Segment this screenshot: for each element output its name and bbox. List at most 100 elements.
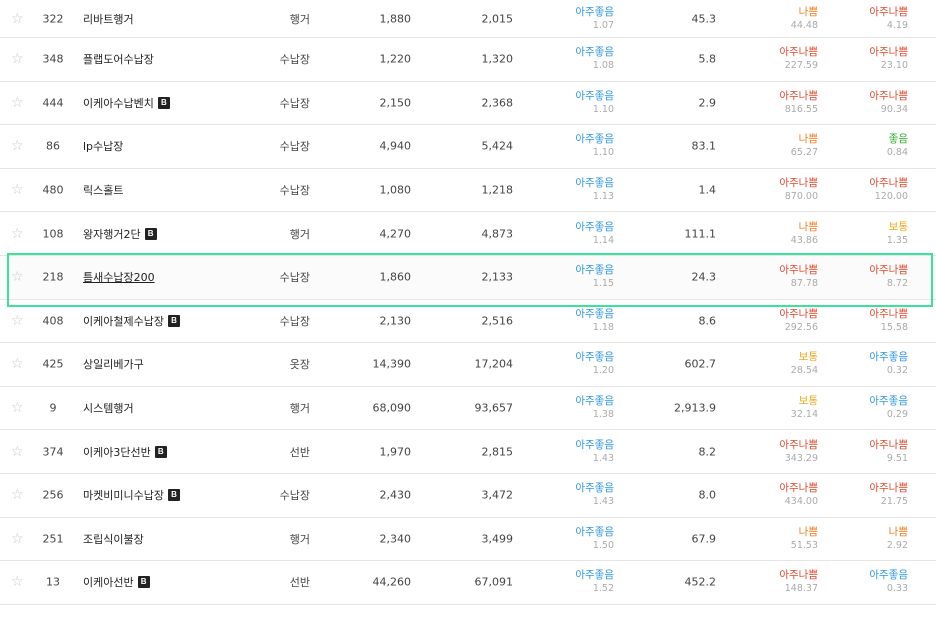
grade-label: 아주나쁨 — [869, 89, 908, 102]
value-cell: 602.7 — [684, 357, 717, 371]
grade-score: 1.10 — [592, 103, 614, 115]
star-outline-icon[interactable]: ☆ — [11, 183, 24, 197]
keyword-name[interactable]: 상일리베가구 — [83, 356, 144, 372]
grade-label: 아주나쁨 — [779, 482, 818, 495]
search-volume-cell: 1,080 — [379, 183, 412, 197]
grade-label: 아주좋음 — [575, 220, 614, 233]
star-outline-icon[interactable]: ☆ — [11, 227, 24, 241]
star-outline-icon[interactable]: ☆ — [11, 12, 24, 26]
star-outline-icon[interactable]: ☆ — [11, 445, 24, 459]
keyword-name[interactable]: 왕자행거2단 B — [83, 226, 157, 242]
ratio-grade: 아주나쁨 816.55 — [740, 90, 818, 116]
competition-grade: 아주좋음 1.52 — [540, 569, 614, 595]
search-volume-cell: 1,880 — [379, 12, 412, 25]
keyword-name[interactable]: 이케아3단선반 B — [83, 444, 167, 460]
grade-label: 아주나쁨 — [869, 5, 908, 18]
star-outline-icon[interactable]: ☆ — [11, 139, 24, 153]
grade-label: 보통 — [888, 220, 908, 233]
table-row: ☆ 9 시스템행거 행거 68,090 93,657 아주좋음 1.38 2,9… — [0, 387, 936, 431]
grade-score: 21.75 — [880, 496, 908, 508]
category-cell: 수납장 — [279, 271, 310, 285]
category-cell: 수납장 — [279, 314, 310, 328]
grade-score: 1.43 — [592, 496, 614, 508]
competition-grade: 아주좋음 1.43 — [540, 482, 614, 508]
ad-grade: 나쁨 2.92 — [830, 526, 908, 552]
keyword-name-text: lp수납장 — [83, 140, 124, 154]
ad-grade: 아주나쁨 120.00 — [830, 177, 908, 203]
category-cell: 옷장 — [289, 358, 310, 372]
grade-label: 아주좋음 — [575, 5, 614, 18]
keyword-name[interactable]: 리바트행거 — [83, 11, 134, 27]
keyword-name[interactable]: 릭스홀트 — [83, 182, 123, 198]
star-outline-icon[interactable]: ☆ — [11, 270, 24, 284]
search-volume-cell: 4,940 — [379, 139, 412, 153]
star-outline-icon[interactable]: ☆ — [11, 532, 24, 546]
keyword-name[interactable]: lp수납장 — [83, 138, 123, 154]
keyword-name[interactable]: 조립식이불장 — [83, 531, 144, 547]
keyword-name-text: 리바트행거 — [83, 12, 134, 26]
ad-grade: 아주좋음 0.33 — [830, 569, 908, 595]
grade-label: 아주나쁨 — [779, 307, 818, 320]
keyword-name[interactable]: 틈새수납장200 — [83, 269, 155, 285]
grade-label: 나쁨 — [798, 220, 818, 233]
grade-score: 1.35 — [886, 234, 908, 246]
star-outline-icon[interactable]: ☆ — [11, 575, 24, 589]
grade-score: 4.19 — [886, 19, 908, 31]
keyword-name-text: 이케아선반 — [83, 576, 134, 590]
table-row: ☆ 256 마켓비미니수납장 B 수납장 2,430 3,472 아주좋음 1.… — [0, 474, 936, 518]
grade-score: 8.72 — [886, 278, 908, 290]
grade-label: 나쁨 — [798, 133, 818, 146]
keyword-name[interactable]: 마켓비미니수납장 B — [83, 487, 180, 503]
keyword-name[interactable]: 이케아수납벤치 B — [83, 95, 170, 111]
keyword-name[interactable]: 이케아철제수납장 B — [83, 313, 180, 329]
keyword-name-text: 틈새수납장200 — [83, 271, 155, 285]
table-row: ☆ 322 리바트행거 행거 1,880 2,015 아주좋음 1.07 45.… — [0, 0, 936, 38]
competition-grade: 아주좋음 1.50 — [540, 526, 614, 552]
value-cell: 24.3 — [691, 270, 717, 284]
star-outline-icon[interactable]: ☆ — [11, 314, 24, 328]
keyword-name-text: 시스템행거 — [83, 402, 134, 416]
b-badge-icon: B — [144, 227, 157, 240]
grade-score: 0.29 — [886, 409, 908, 421]
keyword-name[interactable]: 플랩도어수납장 — [83, 51, 154, 67]
ratio-grade: 나쁨 65.27 — [740, 133, 818, 159]
category-cell: 수납장 — [279, 489, 310, 503]
value-cell: 45.3 — [691, 12, 717, 25]
b-badge-icon: B — [154, 445, 167, 458]
grade-score: 1.10 — [592, 147, 614, 159]
total-volume-cell: 3,499 — [481, 532, 514, 546]
competition-grade: 아주좋음 1.20 — [540, 351, 614, 377]
ratio-grade: 보통 32.14 — [740, 395, 818, 421]
category-cell: 선반 — [289, 445, 310, 459]
ad-grade: 보통 1.35 — [830, 221, 908, 247]
ratio-grade: 아주나쁨 292.56 — [740, 308, 818, 334]
star-outline-icon[interactable]: ☆ — [11, 52, 24, 66]
ratio-grade: 아주나쁨 870.00 — [740, 177, 818, 203]
search-volume-cell: 2,150 — [379, 96, 412, 110]
grade-score: 120.00 — [874, 191, 908, 203]
keyword-name[interactable]: 시스템행거 — [83, 400, 134, 416]
grade-label: 아주나쁨 — [869, 482, 908, 495]
rank-cell: 9 — [49, 401, 57, 415]
competition-grade: 아주좋음 1.13 — [540, 177, 614, 203]
grade-score: 23.10 — [880, 60, 908, 72]
value-cell: 67.9 — [691, 532, 717, 546]
star-outline-icon[interactable]: ☆ — [11, 357, 24, 371]
grade-label: 아주나쁨 — [869, 307, 908, 320]
ad-grade: 아주좋음 0.32 — [830, 351, 908, 377]
table-row: ☆ 348 플랩도어수납장 수납장 1,220 1,320 아주좋음 1.08 … — [0, 38, 936, 82]
grade-label: 나쁨 — [888, 525, 908, 538]
grade-label: 아주좋음 — [575, 89, 614, 102]
keyword-name[interactable]: 이케아선반 B — [83, 574, 150, 590]
grade-label: 아주좋음 — [575, 569, 614, 582]
keyword-name-text: 이케아철제수납장 — [83, 314, 164, 328]
grade-label: 아주좋음 — [575, 525, 614, 538]
grade-score: 1.08 — [592, 60, 614, 72]
star-outline-icon[interactable]: ☆ — [11, 488, 24, 502]
grade-score: 51.53 — [790, 539, 818, 551]
category-cell: 행거 — [289, 532, 310, 546]
star-outline-icon[interactable]: ☆ — [11, 96, 24, 110]
ad-grade: 아주나쁨 15.58 — [830, 308, 908, 334]
search-volume-cell: 1,220 — [379, 52, 412, 66]
star-outline-icon[interactable]: ☆ — [11, 401, 24, 415]
